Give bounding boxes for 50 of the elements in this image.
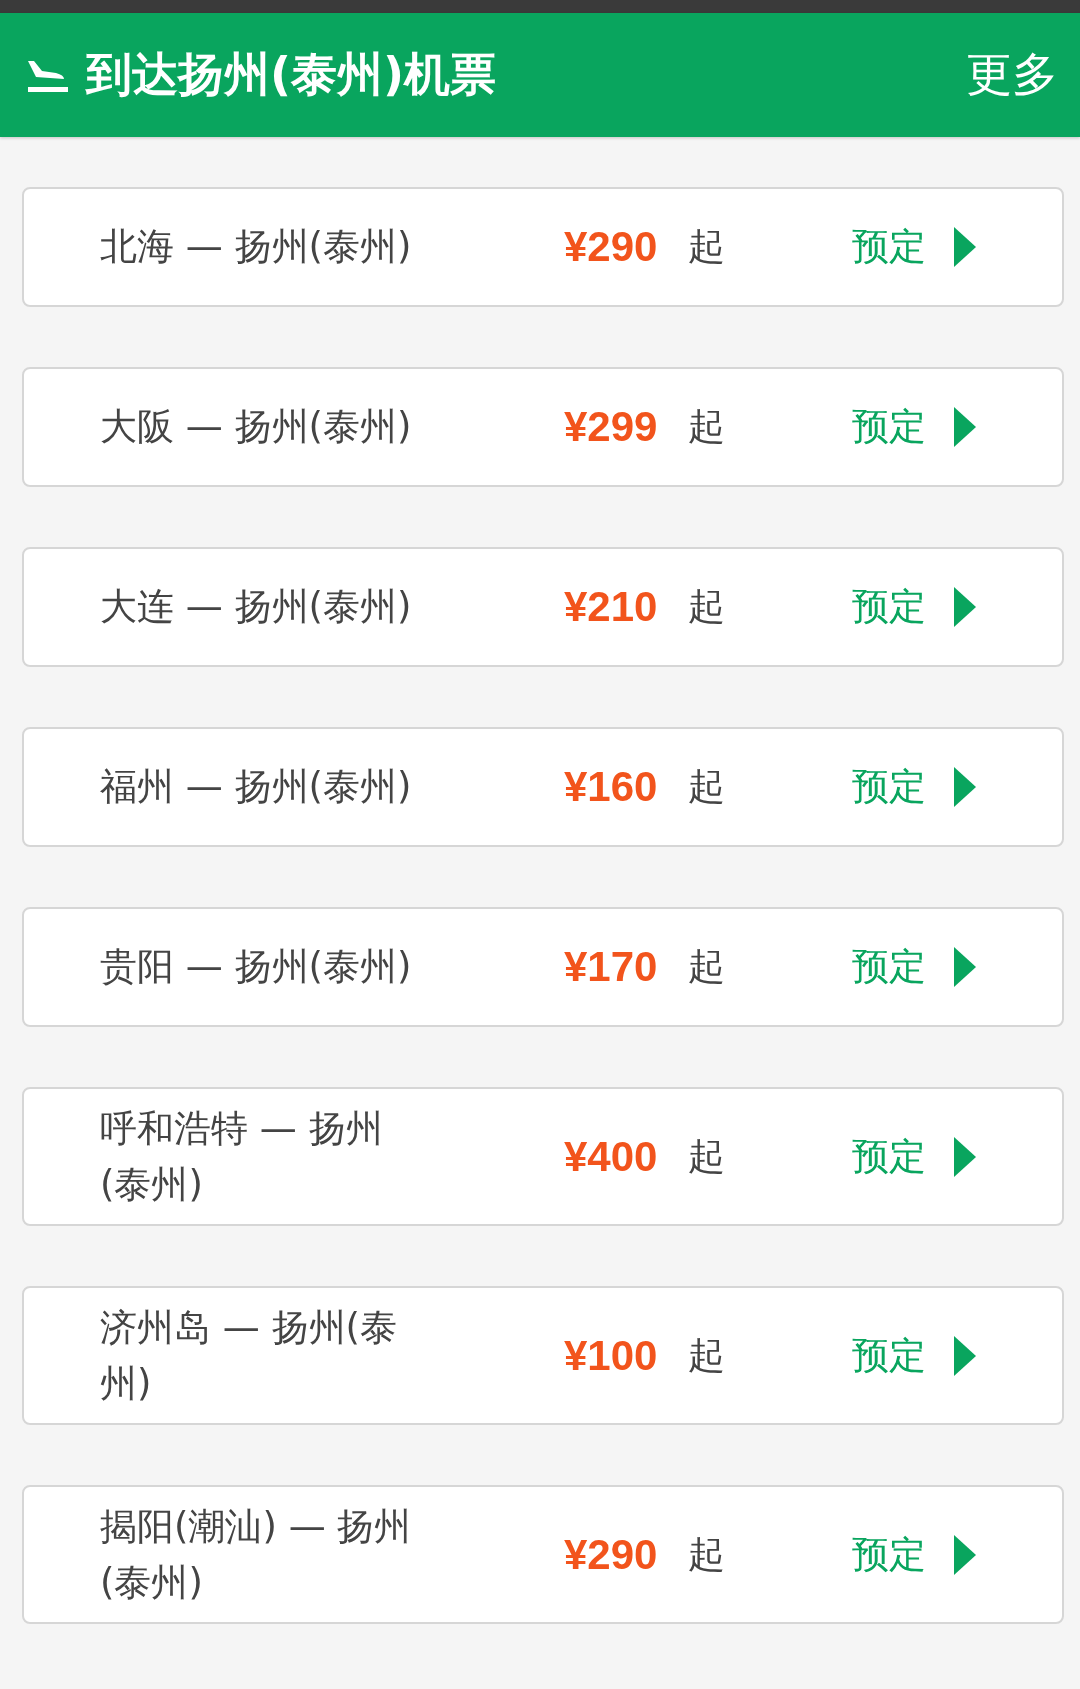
play-arrow-icon <box>954 767 976 807</box>
play-arrow-icon <box>954 407 976 447</box>
price-text: ¥290 <box>564 223 659 271</box>
route-text: 大阪 — 扬州(泰州) <box>100 404 413 451</box>
route-card[interactable]: 济州岛 — 扬州(泰州) ¥100 起 预定 <box>22 1286 1064 1425</box>
book-button[interactable]: 预定 <box>852 1330 976 1381</box>
price-text: ¥290 <box>564 1530 659 1579</box>
route-card[interactable]: 福州 — 扬州(泰州) ¥160 起 预定 <box>22 727 1064 847</box>
route-card[interactable]: 大阪 — 扬州(泰州) ¥299 起 预定 <box>22 367 1064 487</box>
route-text: 福州 — 扬州(泰州) <box>100 764 413 811</box>
price-text: ¥100 <box>564 1331 659 1380</box>
route-text: 揭阳(潮汕) — 扬州(泰州) <box>100 1504 413 1606</box>
price-suffix: 起 <box>688 404 726 450</box>
price-suffix: 起 <box>688 764 726 810</box>
route-text: 济州岛 — 扬州(泰州) <box>100 1305 398 1407</box>
route-text: 大连 — 扬州(泰州) <box>100 584 413 631</box>
route-text: 贵阳 — 扬州(泰州) <box>100 944 413 991</box>
route-card[interactable]: 大连 — 扬州(泰州) ¥210 起 预定 <box>22 547 1064 667</box>
price-text: ¥299 <box>564 403 659 451</box>
page-title: 到达扬州(泰州)机票 <box>86 46 498 103</box>
book-button[interactable]: 预定 <box>852 222 976 272</box>
play-arrow-icon <box>954 947 976 987</box>
route-card[interactable]: 呼和浩特 — 扬州(泰州) ¥400 起 预定 <box>22 1087 1064 1226</box>
book-button[interactable]: 预定 <box>852 762 976 812</box>
more-link[interactable]: 更多 <box>966 44 1058 106</box>
play-arrow-icon <box>954 1534 976 1575</box>
price-text: ¥170 <box>564 943 659 991</box>
route-text: 呼和浩特 — 扬州(泰州) <box>100 1106 384 1208</box>
price-text: ¥400 <box>564 1132 659 1181</box>
price-suffix: 起 <box>688 944 726 990</box>
price-suffix: 起 <box>688 1133 726 1180</box>
play-arrow-icon <box>954 227 976 267</box>
price-suffix: 起 <box>688 1531 726 1578</box>
play-arrow-icon <box>954 1136 976 1177</box>
price-text: ¥160 <box>564 763 659 811</box>
price-suffix: 起 <box>688 224 726 270</box>
route-card[interactable]: 北海 — 扬州(泰州) ¥290 起 预定 <box>22 187 1064 307</box>
book-button[interactable]: 预定 <box>852 582 976 632</box>
book-button[interactable]: 预定 <box>852 1131 976 1182</box>
route-text: 北海 — 扬州(泰州) <box>100 224 413 271</box>
book-button[interactable]: 预定 <box>852 942 976 992</box>
book-button[interactable]: 预定 <box>852 402 976 452</box>
play-arrow-icon <box>954 587 976 627</box>
price-text: ¥210 <box>564 583 659 631</box>
book-button[interactable]: 预定 <box>852 1529 976 1580</box>
price-suffix: 起 <box>688 1332 726 1379</box>
price-suffix: 起 <box>688 584 726 630</box>
route-card[interactable]: 贵阳 — 扬州(泰州) ¥170 起 预定 <box>22 907 1064 1027</box>
route-card[interactable]: 揭阳(潮汕) — 扬州(泰州) ¥290 起 预定 <box>22 1485 1064 1624</box>
play-arrow-icon <box>954 1335 976 1376</box>
